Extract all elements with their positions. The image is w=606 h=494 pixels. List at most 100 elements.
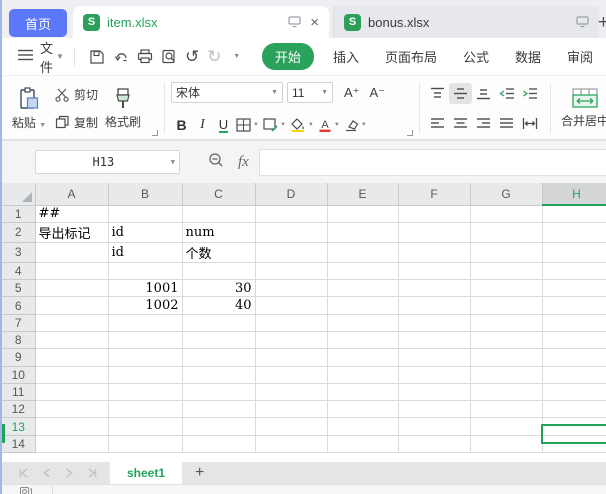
cell-A14[interactable]	[35, 435, 108, 452]
font-color-button[interactable]: A ▼	[316, 118, 342, 132]
cell-F10[interactable]	[398, 366, 470, 383]
cell-B1[interactable]	[108, 205, 182, 222]
fx-label[interactable]: fx	[238, 154, 249, 171]
cell-B9[interactable]	[108, 349, 182, 366]
cell-B3[interactable]: id	[108, 242, 182, 262]
row-header-1[interactable]: 1	[2, 205, 35, 222]
cell-D6[interactable]	[255, 297, 327, 314]
cell-D13[interactable]	[255, 418, 327, 435]
cell-C2[interactable]: num	[182, 222, 255, 242]
row-header-10[interactable]: 10	[2, 366, 35, 383]
cell-B5[interactable]: 1001	[108, 280, 182, 297]
row-header-4[interactable]: 4	[2, 262, 35, 279]
cell-G4[interactable]	[470, 262, 542, 279]
shading-button[interactable]: ▼	[261, 118, 288, 132]
ribbon-tab-home[interactable]: 开始	[262, 43, 314, 70]
cell-E13[interactable]	[327, 418, 398, 435]
quick-access-more-button[interactable]: ▼	[230, 46, 244, 68]
cell-B6[interactable]: 1002	[108, 297, 182, 314]
cell-D5[interactable]	[255, 280, 327, 297]
add-sheet-button[interactable]: +	[195, 462, 204, 484]
cell-G10[interactable]	[470, 366, 542, 383]
cell-A6[interactable]	[35, 297, 108, 314]
decrease-font-button[interactable]: A⁻	[365, 85, 391, 101]
cell-H6[interactable]	[542, 297, 606, 314]
column-header-A[interactable]: A	[35, 183, 108, 205]
cell-C3[interactable]: 个数	[182, 242, 255, 262]
cell-E7[interactable]	[327, 314, 398, 331]
cell-C9[interactable]	[182, 349, 255, 366]
cell-D2[interactable]	[255, 222, 327, 242]
cell-H11[interactable]	[542, 383, 606, 400]
ribbon-tab-insert[interactable]: 插入	[333, 47, 359, 66]
cell-E1[interactable]	[327, 205, 398, 222]
cell-F7[interactable]	[398, 314, 470, 331]
row-header-5[interactable]: 5	[2, 280, 35, 297]
cell-F1[interactable]	[398, 205, 470, 222]
cell-G7[interactable]	[470, 314, 542, 331]
column-header-B[interactable]: B	[108, 183, 182, 205]
cell-B2[interactable]: id	[108, 222, 182, 242]
cell-H12[interactable]	[542, 401, 606, 418]
cell-A9[interactable]	[35, 349, 108, 366]
cell-F13[interactable]	[398, 418, 470, 435]
cell-D9[interactable]	[255, 349, 327, 366]
cell-C5[interactable]: 30	[182, 280, 255, 297]
cell-A7[interactable]	[35, 314, 108, 331]
cell-C7[interactable]	[182, 314, 255, 331]
cell-H1[interactable]	[542, 205, 606, 222]
justify-button[interactable]	[495, 113, 518, 134]
increase-font-button[interactable]: A⁺	[339, 85, 365, 101]
row-header-3[interactable]: 3	[2, 242, 35, 262]
valign-bottom-button[interactable]	[472, 83, 495, 104]
fill-color-button[interactable]: ▼	[288, 118, 316, 132]
eraser-button[interactable]: ▼	[342, 118, 369, 132]
cell-C4[interactable]	[182, 262, 255, 279]
zoom-icon[interactable]	[208, 152, 224, 173]
cell-D11[interactable]	[255, 383, 327, 400]
cell-E6[interactable]	[327, 297, 398, 314]
cell-F6[interactable]	[398, 297, 470, 314]
cell-F8[interactable]	[398, 331, 470, 348]
row-header-14[interactable]: 14	[2, 435, 35, 452]
close-icon[interactable]: ×	[310, 14, 319, 31]
cell-D10[interactable]	[255, 366, 327, 383]
dialog-launcher[interactable]	[152, 130, 158, 136]
cell-E9[interactable]	[327, 349, 398, 366]
cell-H5[interactable]	[542, 280, 606, 297]
cell-A13[interactable]	[35, 418, 108, 435]
cell-E14[interactable]	[327, 435, 398, 452]
bold-button[interactable]: B	[171, 115, 192, 135]
cell-A4[interactable]	[35, 262, 108, 279]
cell-E11[interactable]	[327, 383, 398, 400]
cell-H7[interactable]	[542, 314, 606, 331]
cell-G12[interactable]	[470, 401, 542, 418]
cell-F4[interactable]	[398, 262, 470, 279]
underline-button[interactable]: U	[219, 118, 228, 133]
italic-button[interactable]: I	[192, 115, 213, 135]
column-header-G[interactable]: G	[470, 183, 542, 205]
home-tab[interactable]: 首页	[9, 9, 67, 37]
print-preview-button[interactable]	[161, 46, 177, 68]
row-header-11[interactable]: 11	[2, 383, 35, 400]
cell-H9[interactable]	[542, 349, 606, 366]
undo-button[interactable]: ↺	[185, 46, 199, 68]
cell-D7[interactable]	[255, 314, 327, 331]
cell-H3[interactable]	[542, 242, 606, 262]
cell-E5[interactable]	[327, 280, 398, 297]
cell-A12[interactable]	[35, 401, 108, 418]
cell-G14[interactable]	[470, 435, 542, 452]
row-header-2[interactable]: 2	[2, 222, 35, 242]
row-header-9[interactable]: 9	[2, 349, 35, 366]
font-size-select[interactable]: 11 ▼	[287, 82, 333, 103]
column-header-E[interactable]: E	[327, 183, 398, 205]
new-tab-button[interactable]: +	[598, 12, 606, 34]
cell-F11[interactable]	[398, 383, 470, 400]
cell-E8[interactable]	[327, 331, 398, 348]
cell-B14[interactable]	[108, 435, 182, 452]
dialog-launcher[interactable]	[407, 130, 413, 136]
increase-indent-button[interactable]	[518, 83, 541, 104]
chevron-down-icon[interactable]: ▼	[56, 52, 64, 61]
tab-bonus-xlsx[interactable]: S bonus.xlsx	[333, 6, 599, 38]
cell-F12[interactable]	[398, 401, 470, 418]
